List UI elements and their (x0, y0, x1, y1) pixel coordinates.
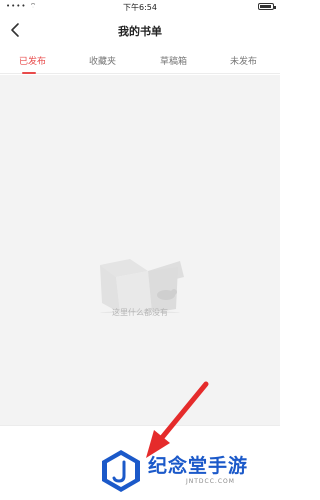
battery-icon (258, 3, 276, 12)
content-area: 这里什么都没有 (0, 75, 280, 425)
watermark-brand: 纪念堂手游 (148, 455, 249, 477)
status-bar: •••• ⌔ 下午6:54 (0, 0, 280, 14)
watermark-domain: JNTDCC.COM (186, 478, 235, 485)
nav-bar: 我的书单 (0, 14, 280, 46)
page-title: 我的书单 (118, 25, 162, 38)
tab-bar: 已发布 收藏夹 草稿箱 未发布 (0, 48, 280, 74)
watermark: 纪念堂手游 JNTDCC.COM (98, 448, 276, 494)
tab-drafts[interactable]: 草稿箱 (160, 54, 187, 67)
tab-published[interactable]: 已发布 (19, 54, 46, 67)
status-time: 下午6:54 (123, 3, 157, 12)
tab-favorites[interactable]: 收藏夹 (89, 54, 116, 67)
empty-box-icon (100, 259, 184, 313)
active-tab-indicator (22, 72, 36, 74)
tab-unpublished[interactable]: 未发布 (230, 54, 257, 67)
divider (0, 425, 280, 426)
empty-message: 这里什么都没有 (112, 308, 168, 317)
brand-logo-icon (102, 450, 140, 492)
